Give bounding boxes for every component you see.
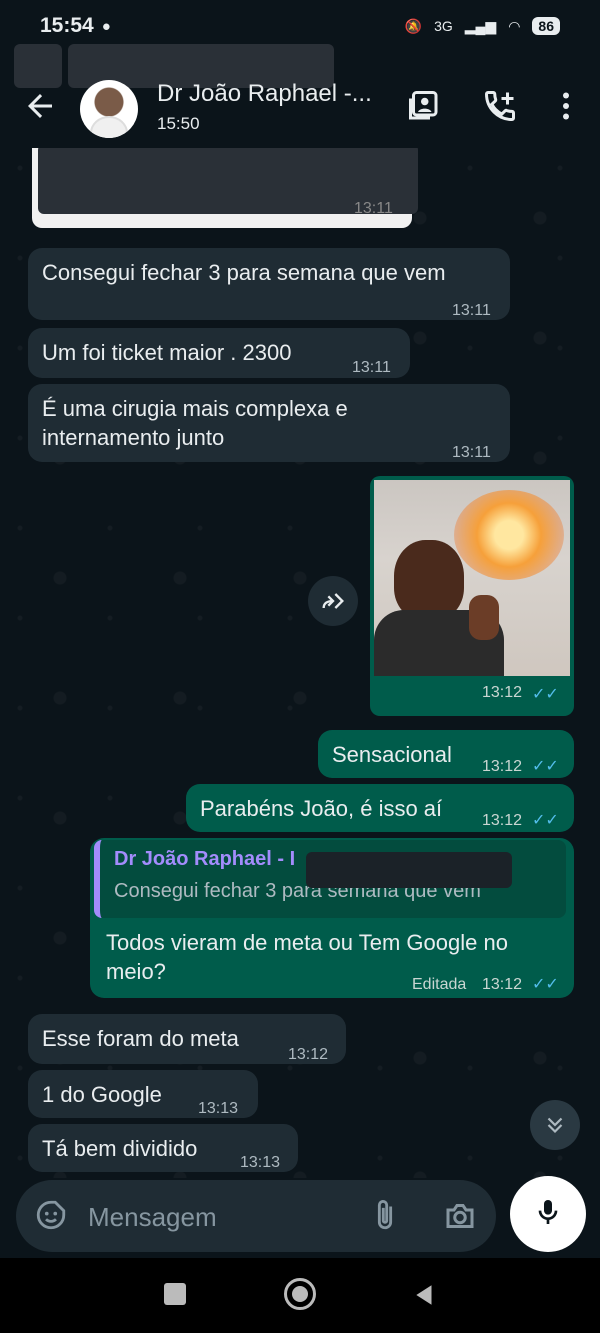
message-text: 1 do Google — [42, 1082, 162, 1107]
more-options-icon[interactable] — [548, 88, 584, 124]
partial-message: 13:11 — [32, 148, 418, 228]
message-input[interactable]: Mensagem — [88, 1202, 217, 1233]
message-time: 13:12 — [482, 812, 523, 829]
message-text: Tá bem dividido — [42, 1136, 198, 1161]
read-receipt-icon: ✓✓ — [532, 686, 559, 703]
forward-icon — [322, 593, 344, 609]
voice-message-button[interactable] — [510, 1176, 586, 1252]
battery-level: 86 — [532, 17, 560, 35]
message-time: 13:11 — [452, 444, 491, 461]
scroll-to-bottom-button[interactable] — [530, 1100, 580, 1150]
camera-icon[interactable] — [442, 1198, 478, 1234]
message-time: 13:13 — [240, 1154, 281, 1171]
message-time: 13:12 — [288, 1046, 329, 1063]
forward-button[interactable] — [308, 576, 358, 626]
message-text: Esse foram do meta — [42, 1026, 239, 1051]
message-text: É uma cirugia mais complexa e internamen… — [42, 396, 348, 450]
network-type: 3G — [434, 18, 453, 34]
message-time: 13:13 — [198, 1100, 239, 1117]
home-button-dot — [292, 1286, 308, 1302]
read-receipt-icon: ✓✓ — [532, 812, 559, 829]
incoming-message[interactable]: Tá bem dividido 13:13 — [28, 1124, 298, 1172]
message-text: Parabéns João, é isso aí — [200, 796, 443, 821]
read-receipt-icon: ✓✓ — [532, 758, 559, 775]
emoji-sticker-icon[interactable] — [34, 1198, 68, 1232]
photo-person — [394, 540, 464, 620]
quoted-author: Dr João Raphael - I — [114, 848, 296, 870]
chat-notification-icon: ● — [101, 17, 111, 35]
outgoing-message[interactable]: Parabéns João, é isso aí 13:12 ✓✓ — [186, 784, 574, 832]
system-navigation-bar — [0, 1258, 600, 1333]
incoming-message[interactable]: Esse foram do meta 13:12 — [28, 1014, 346, 1064]
redacted-block — [306, 852, 512, 888]
wifi-icon: ◠ — [508, 17, 521, 34]
contact-name[interactable]: Dr João Raphael -... — [157, 80, 372, 108]
incoming-message[interactable]: É uma cirugia mais complexa e internamen… — [28, 384, 510, 462]
incoming-message[interactable]: Um foi ticket maior . 2300 13:11 — [28, 328, 410, 378]
message-time: 13:12 — [482, 758, 523, 775]
chat-area[interactable]: 13:11 Consegui fechar 3 para semana que … — [0, 148, 600, 1178]
outgoing-message[interactable]: Sensacional 13:12 ✓✓ — [318, 730, 574, 778]
video-call-icon[interactable] — [406, 88, 442, 124]
recent-apps-button[interactable] — [164, 1283, 186, 1305]
image-message-time: 13:12 — [482, 684, 523, 701]
last-seen: 15:50 — [157, 114, 200, 133]
double-chevron-down-icon — [547, 1117, 563, 1134]
incoming-message[interactable]: Consegui fechar 3 para semana que vem 13… — [28, 248, 510, 320]
message-text: Consegui fechar 3 para semana que vem — [42, 260, 446, 285]
attach-icon[interactable] — [368, 1198, 402, 1232]
contact-avatar[interactable] — [80, 80, 138, 138]
signal-icon: ▂▄▆ — [464, 17, 497, 34]
microphone-icon — [538, 1200, 558, 1224]
photo-hand — [469, 595, 499, 640]
chat-header: Dr João Raphael -... 15:50 — [0, 72, 600, 152]
message-time: 13:11 — [452, 302, 491, 319]
back-arrow-icon[interactable] — [22, 88, 58, 124]
message-text: Um foi ticket maior . 2300 — [42, 340, 292, 365]
add-call-icon[interactable] — [482, 88, 518, 124]
back-nav-icon[interactable] — [412, 1282, 438, 1308]
photo-flame — [454, 490, 564, 580]
message-time: 13:11 — [354, 200, 393, 217]
status-time: 15:54 — [40, 14, 94, 37]
message-text: Sensacional — [332, 742, 452, 767]
message-time: 13:11 — [352, 359, 391, 376]
message-photo[interactable] — [374, 480, 570, 676]
message-text: Todos vieram de meta ou Tem Google no me… — [106, 930, 508, 984]
incoming-message[interactable]: 1 do Google 13:13 — [28, 1070, 258, 1118]
mute-icon: 🔕 — [404, 17, 423, 34]
